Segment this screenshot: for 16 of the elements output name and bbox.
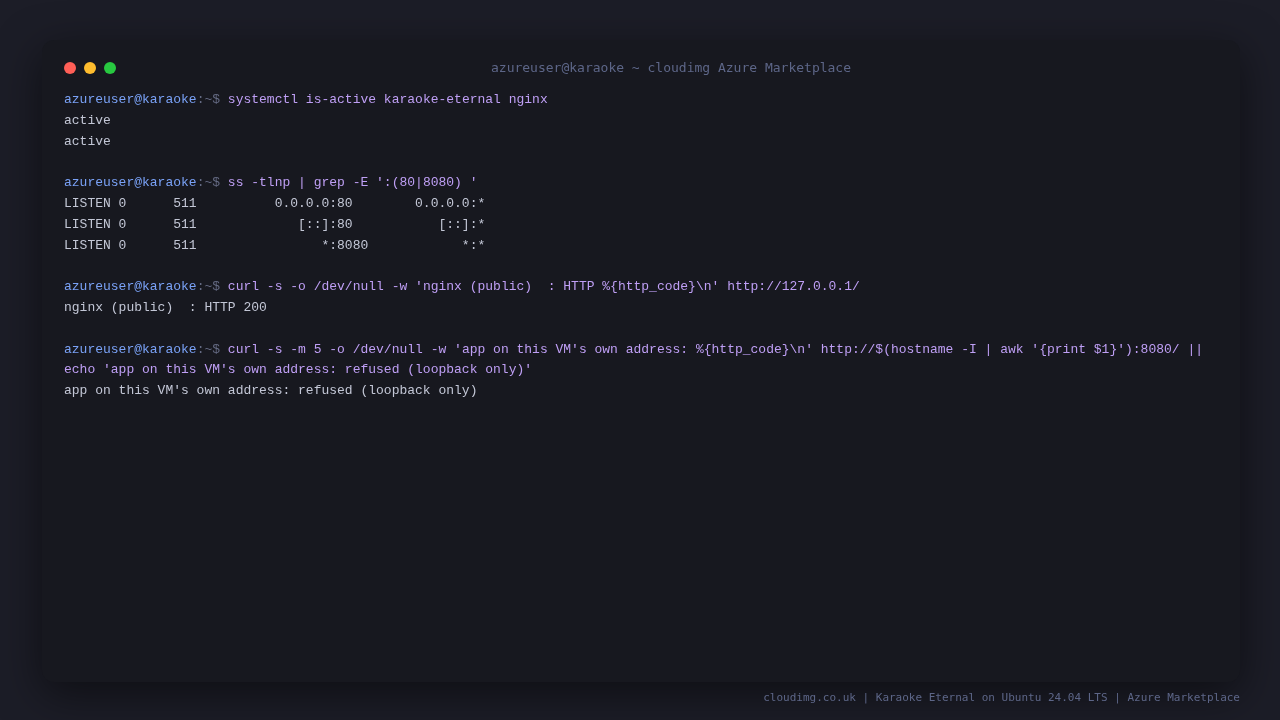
output-line: LISTEN 0 511 [::]:80 [::]:*	[64, 215, 487, 234]
window-title: azureuser@karaoke ~ cloudimg Azure Marketplace	[491, 59, 851, 77]
command-line: azureuser@karaoke:~$ curl -s -m 5 -o /dev/null -w 'app on this VM's own address: %{http_code}\n' http://$(hostname -I | awk '{print $1}'):8080/ || echo 'app on this VM's own address: refused (loopback only)'	[64, 340, 1204, 380]
minimize-button[interactable]	[84, 62, 96, 74]
command-line: azureuser@karaoke:~$ systemctl is-active karaoke-eternal nginx	[64, 91, 549, 109]
maximize-button[interactable]	[104, 62, 116, 74]
output-line: app on this VM's own address: refused (loopback only)	[64, 382, 479, 401]
footer-text: cloudimg.co.uk | Karaoke Eternal on Ubuntu 24.04 LTS | Azure Marketplace	[763, 690, 1240, 706]
output-line: active	[64, 111, 112, 130]
command-line: azureuser@karaoke:~$ curl -s -o /dev/null -w 'nginx (public) : HTTP %{http_code}\n' http://127.0.0.1/	[64, 278, 861, 297]
output-line: LISTEN 0 511 0.0.0.0:80 0.0.0.0:*	[64, 195, 487, 213]
output-line: active	[64, 132, 112, 151]
output-line: LISTEN 0 511 *:8080 *:*	[64, 236, 487, 255]
command-line: azureuser@karaoke:~$ ss -tlnp | grep -E ':(80|8080) '	[64, 174, 479, 193]
output-line: nginx (public) : HTTP 200	[64, 298, 268, 317]
close-button[interactable]	[64, 62, 76, 74]
